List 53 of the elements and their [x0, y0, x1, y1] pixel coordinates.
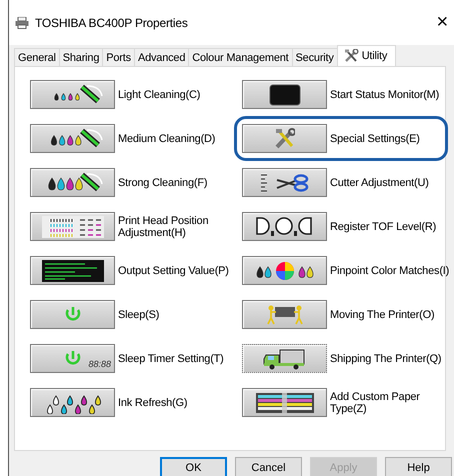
paper-stripes-icon: [254, 392, 316, 414]
utility-button[interactable]: [30, 388, 115, 417]
dialog-button[interactable]: Cancel: [235, 457, 302, 476]
utility-button[interactable]: [242, 256, 327, 285]
utility-button[interactable]: [30, 124, 115, 153]
power-icon: [64, 306, 80, 323]
color-wheel-icon: [254, 260, 316, 282]
utility-label: Special Settings(E): [330, 132, 420, 144]
utility-label: Moving The Printer(O): [330, 308, 434, 320]
utility-button[interactable]: [242, 168, 327, 197]
utility-label: Print Head Position Adjustment(H): [118, 214, 210, 238]
utility-label: Start Status Monitor(M): [330, 88, 440, 100]
close-button[interactable]: ×: [436, 11, 448, 34]
tab[interactable]: Colour Management: [188, 48, 293, 66]
tab[interactable]: Sharing: [58, 48, 104, 66]
utility-button[interactable]: [30, 256, 115, 285]
utility-label: Sleep Timer Setting(T): [118, 352, 224, 364]
utility-label: Light Cleaning(C): [118, 88, 200, 100]
tab[interactable]: General: [14, 48, 60, 66]
power-timer-icon: [64, 350, 80, 367]
utility-label: Medium Cleaning(D): [118, 132, 216, 144]
tab[interactable]: Security: [292, 48, 338, 66]
paper-shapes-icon: [256, 217, 313, 236]
dialog-button[interactable]: Help: [385, 457, 452, 476]
utility-label: Cutter Adjustment(U): [330, 176, 429, 188]
alignment-pattern-icon: [42, 216, 104, 238]
printer-icon: [15, 16, 29, 28]
utility-label: Strong Cleaning(F): [118, 176, 208, 188]
tools-icon: [274, 128, 294, 150]
utility-label: Sleep(S): [118, 308, 160, 320]
utility-button[interactable]: [242, 212, 327, 241]
window-title: TOSHIBA BC400P Properties: [35, 16, 188, 30]
utility-label: Pinpoint Color Matches(I): [330, 264, 450, 276]
utility-button[interactable]: [242, 344, 327, 373]
scissors-icon: [260, 172, 309, 194]
monitor-icon: [268, 84, 300, 106]
utility-button[interactable]: [30, 168, 115, 197]
dialog-button[interactable]: OK: [160, 457, 227, 476]
utility-label: Add Custom Paper Type(Z): [330, 390, 421, 414]
tools-icon: [344, 49, 359, 63]
people-carrying-icon: [266, 304, 302, 326]
utility-button[interactable]: [242, 388, 327, 417]
utility-button[interactable]: 88:88: [30, 344, 115, 373]
utility-button[interactable]: [30, 80, 115, 109]
utility-label: Ink Refresh(G): [118, 396, 188, 408]
screen-icon: [42, 260, 104, 282]
utility-button[interactable]: [242, 80, 327, 109]
utility-button[interactable]: [30, 212, 115, 241]
utility-label: Output Setting Value(P): [118, 264, 229, 276]
utility-label: Register TOF Level(R): [330, 220, 436, 232]
tab[interactable]: Utility: [336, 45, 396, 66]
utility-label: Shipping The Printer(Q): [330, 352, 442, 364]
utility-button[interactable]: [242, 300, 327, 329]
